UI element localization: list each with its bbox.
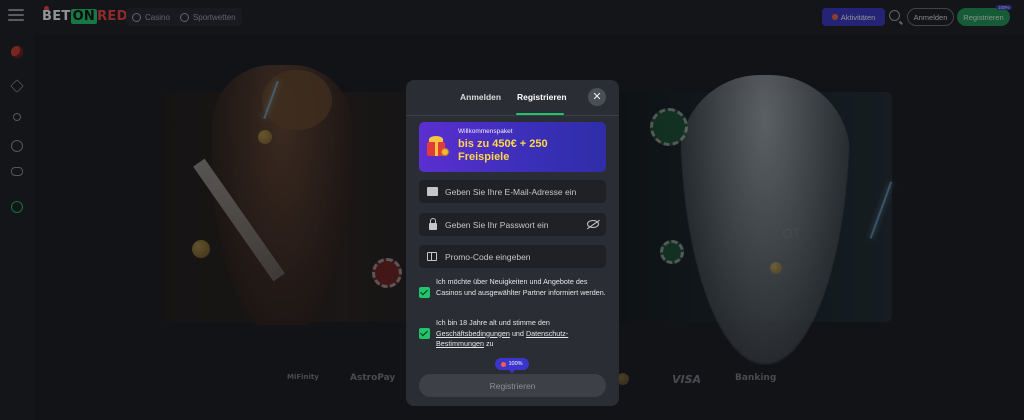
promo-amount: bis zu 450€ + 250 Freispiele (458, 138, 548, 163)
terms-and: und (511, 328, 524, 338)
submit-register-button[interactable]: Registrieren (419, 374, 606, 397)
terms-prefix: Ich bin 18 Jahre alt und stimme den (436, 318, 550, 327)
tab-register[interactable]: Registrieren (517, 92, 567, 102)
mail-icon (427, 187, 438, 196)
gift-box-icon (425, 134, 449, 158)
gift-icon (427, 252, 437, 261)
register-modal: Anmelden Registrieren ✕ Willkommenspaket… (406, 80, 619, 406)
promo-placeholder: Promo-Code eingeben (445, 252, 531, 262)
newsletter-consent-text: Ich möchte über Neuigkeiten und Angebote… (436, 277, 606, 297)
completion-icon (501, 361, 507, 367)
completion-value: 100% (508, 361, 523, 367)
newsletter-checkbox[interactable] (419, 287, 430, 298)
promo-title: Willkommenspaket (458, 128, 513, 135)
tab-login[interactable]: Anmelden (460, 92, 501, 102)
password-placeholder: Geben Sie Ihr Passwort ein (445, 220, 549, 230)
terms-suffix: zu (485, 339, 494, 348)
welcome-bonus-banner: Willkommenspaket bis zu 450€ + 250 Freis… (419, 122, 606, 172)
terms-checkbox[interactable] (419, 328, 430, 339)
promo-code-field[interactable]: Promo-Code eingeben (419, 245, 606, 268)
hide-password-icon[interactable] (587, 220, 599, 228)
lock-icon (429, 218, 437, 230)
close-icon[interactable]: ✕ (588, 88, 606, 106)
active-tab-indicator (516, 113, 564, 115)
email-placeholder: Geben Sie Ihre E-Mail-Adresse ein (445, 187, 577, 197)
terms-link[interactable]: Geschäftsbedingungen (436, 329, 510, 338)
email-field[interactable]: Geben Sie Ihre E-Mail-Adresse ein (419, 180, 606, 203)
terms-consent-text: Ich bin 18 Jahre alt und stimme den Gesc… (436, 318, 609, 350)
password-field[interactable]: Geben Sie Ihr Passwort ein (419, 213, 606, 236)
modal-tabs: Anmelden Registrieren ✕ (406, 80, 619, 116)
completion-badge: 100% (495, 358, 529, 373)
